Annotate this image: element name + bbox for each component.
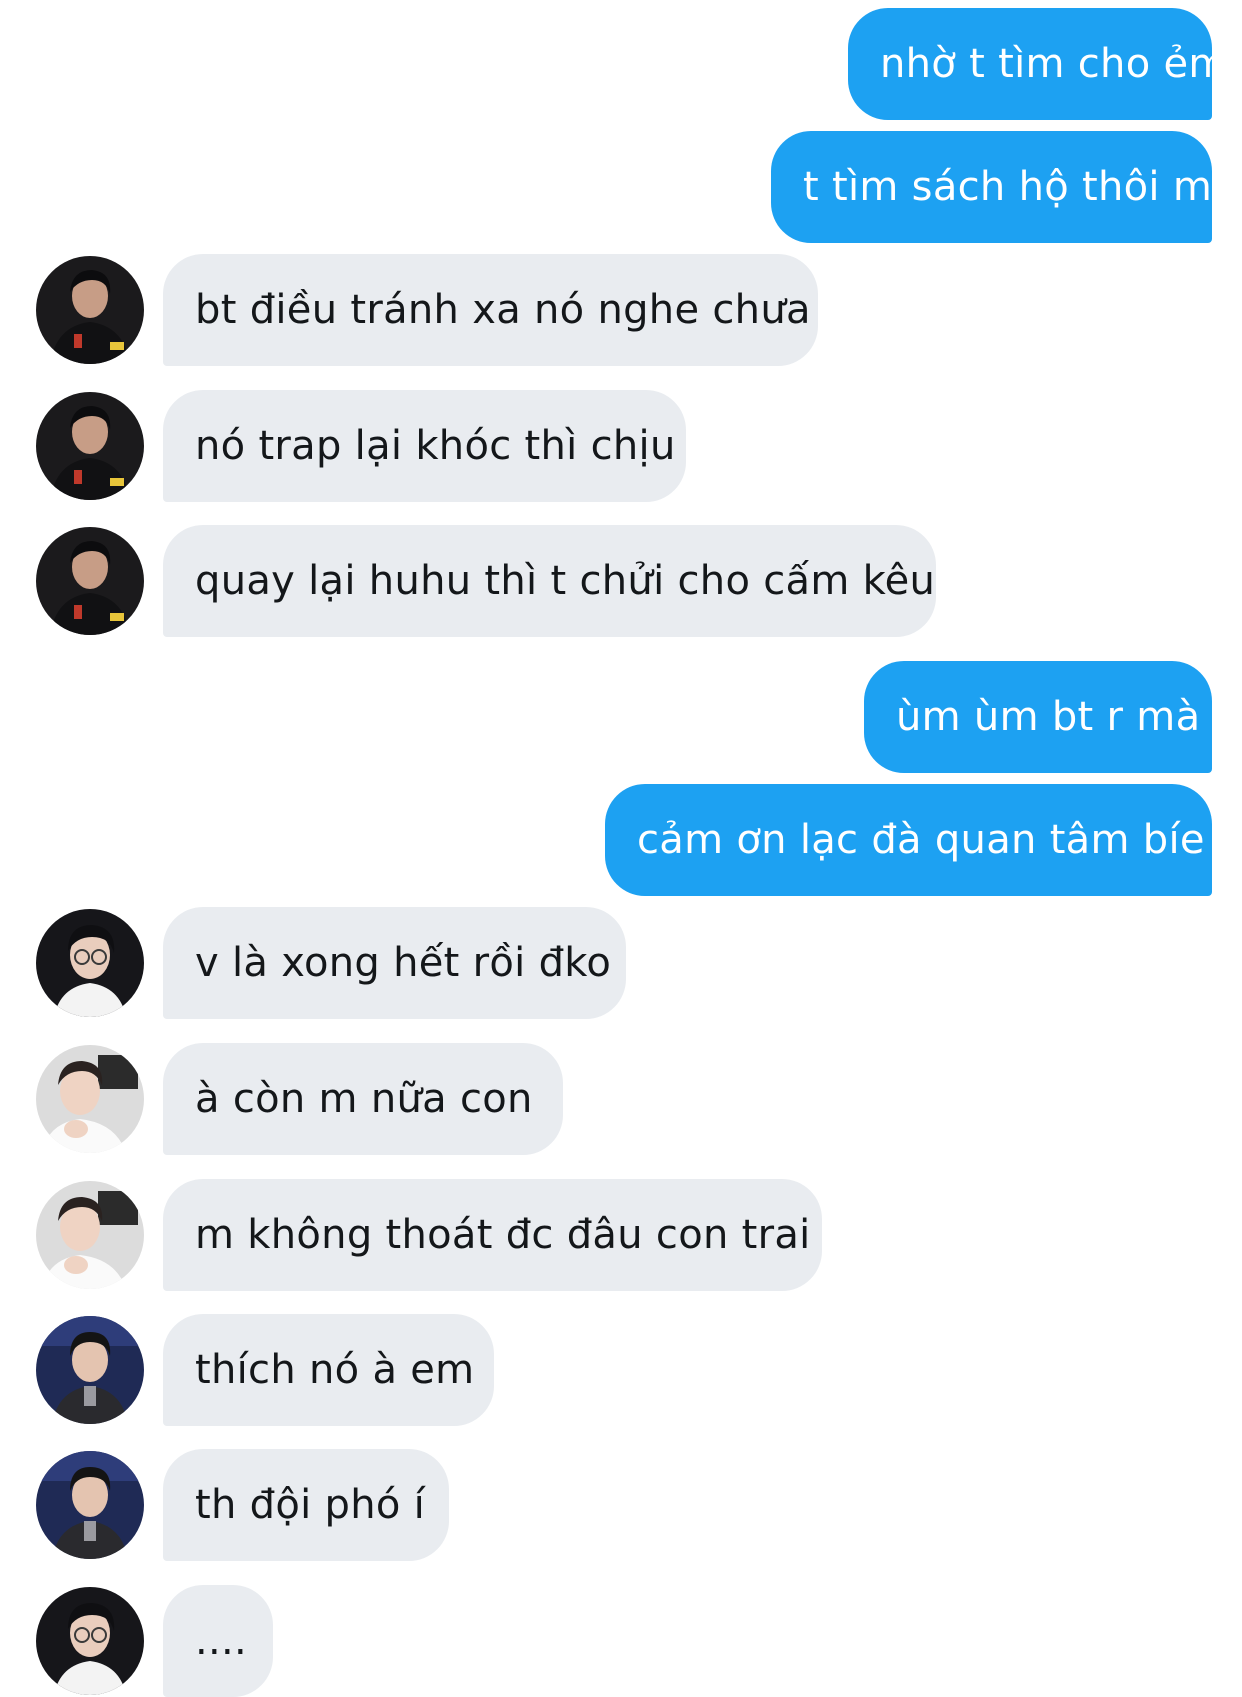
message-text: th đội phó í: [195, 1482, 426, 1528]
message-bubble[interactable]: ....: [163, 1585, 273, 1697]
message-bubble[interactable]: ùm ùm bt r mà: [864, 661, 1212, 773]
message-bubble[interactable]: v là xong hết rồi đko: [163, 907, 626, 1019]
message-text: bt điều tránh xa nó nghe chưa: [195, 287, 811, 333]
message-bubble[interactable]: th đội phó í: [163, 1449, 449, 1561]
message-bubble[interactable]: bt điều tránh xa nó nghe chưa: [163, 254, 818, 366]
message-text: thích nó à em: [195, 1347, 475, 1393]
outgoing-message: t tìm sách hộ thôi mò: [0, 131, 1242, 243]
message-bubble[interactable]: m không thoát đc đâu con trai: [163, 1179, 822, 1291]
white-shirt-avatar[interactable]: [36, 1045, 144, 1153]
message-bubble[interactable]: cảm ơn lạc đà quan tâm bíe: [605, 784, 1212, 896]
conversation-thread: nhờ t tìm cho ẻm t tìm sách hộ thôi mò b…: [0, 0, 1242, 1697]
outgoing-message: cảm ơn lạc đà quan tâm bíe: [0, 784, 1242, 896]
glasses-avatar[interactable]: [36, 1587, 144, 1695]
message-bubble[interactable]: nhờ t tìm cho ẻm: [848, 8, 1227, 120]
outgoing-message: ùm ùm bt r mà: [0, 661, 1242, 773]
incoming-message: v là xong hết rồi đko: [0, 907, 1242, 1019]
incoming-message: ....: [0, 1585, 1242, 1697]
glasses-avatar[interactable]: [36, 909, 144, 1017]
outgoing-message: nhờ t tìm cho ẻm: [0, 8, 1242, 120]
dark-hoodie-avatar[interactable]: [36, 256, 144, 364]
message-bubble[interactable]: thích nó à em: [163, 1314, 494, 1426]
message-text: v là xong hết rồi đko: [195, 940, 612, 986]
message-text: ùm ùm bt r mà: [896, 694, 1201, 740]
incoming-message: m không thoát đc đâu con trai: [0, 1179, 1242, 1291]
white-shirt-avatar[interactable]: [36, 1181, 144, 1289]
message-text: quay lại huhu thì t chửi cho cấm kêu: [195, 558, 936, 604]
incoming-message: à còn m nữa con: [0, 1043, 1242, 1155]
message-text: nó trap lại khóc thì chịu: [195, 423, 676, 469]
message-text: t tìm sách hộ thôi mò: [803, 164, 1237, 210]
incoming-message: nó trap lại khóc thì chịu: [0, 390, 1242, 502]
message-text: à còn m nữa con: [195, 1076, 533, 1122]
incoming-message: th đội phó í: [0, 1449, 1242, 1561]
message-bubble[interactable]: à còn m nữa con: [163, 1043, 563, 1155]
incoming-message: bt điều tránh xa nó nghe chưa: [0, 254, 1242, 366]
stage-avatar[interactable]: [36, 1316, 144, 1424]
message-bubble[interactable]: quay lại huhu thì t chửi cho cấm kêu: [163, 525, 936, 637]
message-text: ....: [195, 1618, 248, 1664]
stage-avatar[interactable]: [36, 1451, 144, 1559]
incoming-message: quay lại huhu thì t chửi cho cấm kêu: [0, 525, 1242, 637]
incoming-message: thích nó à em: [0, 1314, 1242, 1426]
message-text: cảm ơn lạc đà quan tâm bíe: [637, 817, 1205, 863]
dark-hoodie-avatar[interactable]: [36, 527, 144, 635]
message-bubble[interactable]: nó trap lại khóc thì chịu: [163, 390, 686, 502]
message-text: m không thoát đc đâu con trai: [195, 1212, 811, 1258]
dark-hoodie-avatar[interactable]: [36, 392, 144, 500]
message-text: nhờ t tìm cho ẻm: [880, 41, 1228, 87]
message-bubble[interactable]: t tìm sách hộ thôi mò: [771, 131, 1237, 243]
